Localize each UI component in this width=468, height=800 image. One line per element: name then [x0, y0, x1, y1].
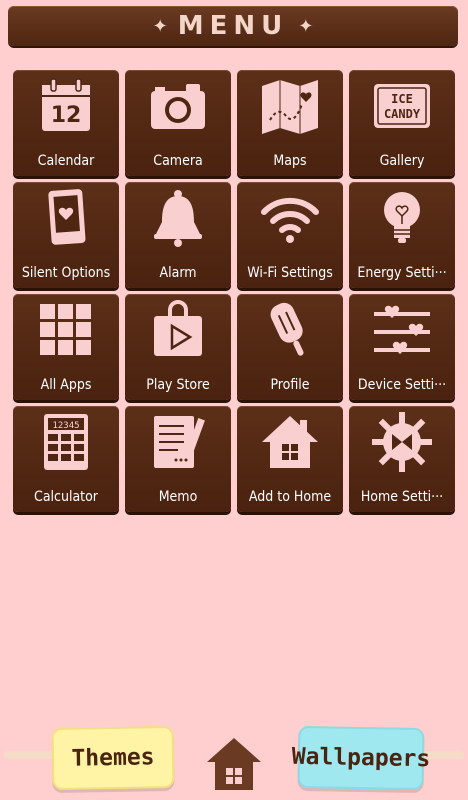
app-label: Camera	[153, 153, 203, 169]
app-label: Add to Home	[248, 489, 332, 505]
app-tile-play-store[interactable]: Play Store	[125, 294, 231, 400]
app-tile-gallery[interactable]: ICE CANDY Gallery	[349, 70, 455, 176]
app-label: Device Setti···	[357, 377, 447, 393]
app-tile-alarm[interactable]: Alarm	[125, 182, 231, 288]
app-label: Home Setti···	[360, 489, 444, 505]
themes-label: Themes	[71, 744, 155, 772]
app-tile-device-settings[interactable]: Device Setti···	[349, 294, 455, 400]
menu-header: ✦ MENU ✦	[8, 6, 458, 46]
wifi-icon	[261, 197, 319, 243]
app-tile-all-apps[interactable]: All Apps	[13, 294, 119, 400]
house-icon	[262, 416, 318, 468]
sparkle-left-icon: ✦	[152, 15, 168, 37]
page-title: MENU	[177, 11, 289, 41]
app-tile-maps[interactable]: Maps	[237, 70, 343, 176]
shopping-bag-icon	[154, 300, 202, 356]
map-icon	[262, 80, 318, 134]
app-label: Silent Options	[21, 265, 111, 281]
app-tile-camera[interactable]: Camera	[125, 70, 231, 176]
app-label: Profile	[270, 377, 310, 393]
app-tile-add-to-home[interactable]: Add to Home	[237, 406, 343, 512]
wallpapers-label: Wallpapers	[291, 743, 431, 773]
app-label: Gallery	[379, 153, 425, 169]
ice-candy-line1: ICE	[391, 92, 413, 106]
gear-icon	[372, 412, 432, 472]
camera-icon	[151, 84, 205, 129]
calculator-icon: 12345	[44, 414, 88, 470]
grid-icon	[40, 304, 91, 355]
app-label: Play Store	[146, 377, 210, 393]
app-label: Wi-Fi Settings	[247, 265, 333, 281]
app-tile-silent-options[interactable]: Silent Options	[13, 182, 119, 288]
home-icon[interactable]	[205, 736, 263, 792]
app-tile-calculator[interactable]: 12345 Calculator	[13, 406, 119, 512]
bell-icon	[154, 190, 202, 247]
ice-candy-line2: CANDY	[384, 107, 421, 121]
sparkle-right-icon: ✦	[298, 15, 314, 37]
app-label: Calendar	[37, 153, 95, 169]
calendar-date: 12	[51, 103, 82, 128]
app-label: Energy Setti···	[357, 265, 447, 281]
app-label: Memo	[158, 489, 198, 505]
app-tile-wifi-settings[interactable]: Wi-Fi Settings	[237, 182, 343, 288]
app-grid: 12 Calendar Camera Maps ICE CANDY Galler…	[13, 70, 455, 512]
themes-button[interactable]: Themes	[51, 725, 175, 791]
sliders-icon	[374, 305, 430, 354]
app-label: All Apps	[40, 377, 92, 393]
memo-icon	[154, 416, 205, 468]
ice-candy-icon: ICE CANDY	[374, 84, 430, 128]
lightbulb-icon	[384, 192, 420, 243]
app-tile-energy-settings[interactable]: Energy Setti···	[349, 182, 455, 288]
app-tile-profile[interactable]: Profile	[237, 294, 343, 400]
popsicle-icon	[270, 302, 304, 356]
phone-heart-icon	[48, 189, 86, 245]
calendar-icon: 12	[42, 78, 90, 131]
app-label: Calculator	[34, 489, 98, 505]
app-tile-memo[interactable]: Memo	[125, 406, 231, 512]
wallpapers-button[interactable]: Wallpapers	[292, 725, 430, 791]
calculator-display: 12345	[52, 421, 79, 431]
app-tile-home-settings[interactable]: Home Setti···	[349, 406, 455, 512]
app-tile-calendar[interactable]: 12 Calendar	[13, 70, 119, 176]
app-label: Maps	[273, 153, 307, 169]
app-label: Alarm	[159, 265, 197, 281]
